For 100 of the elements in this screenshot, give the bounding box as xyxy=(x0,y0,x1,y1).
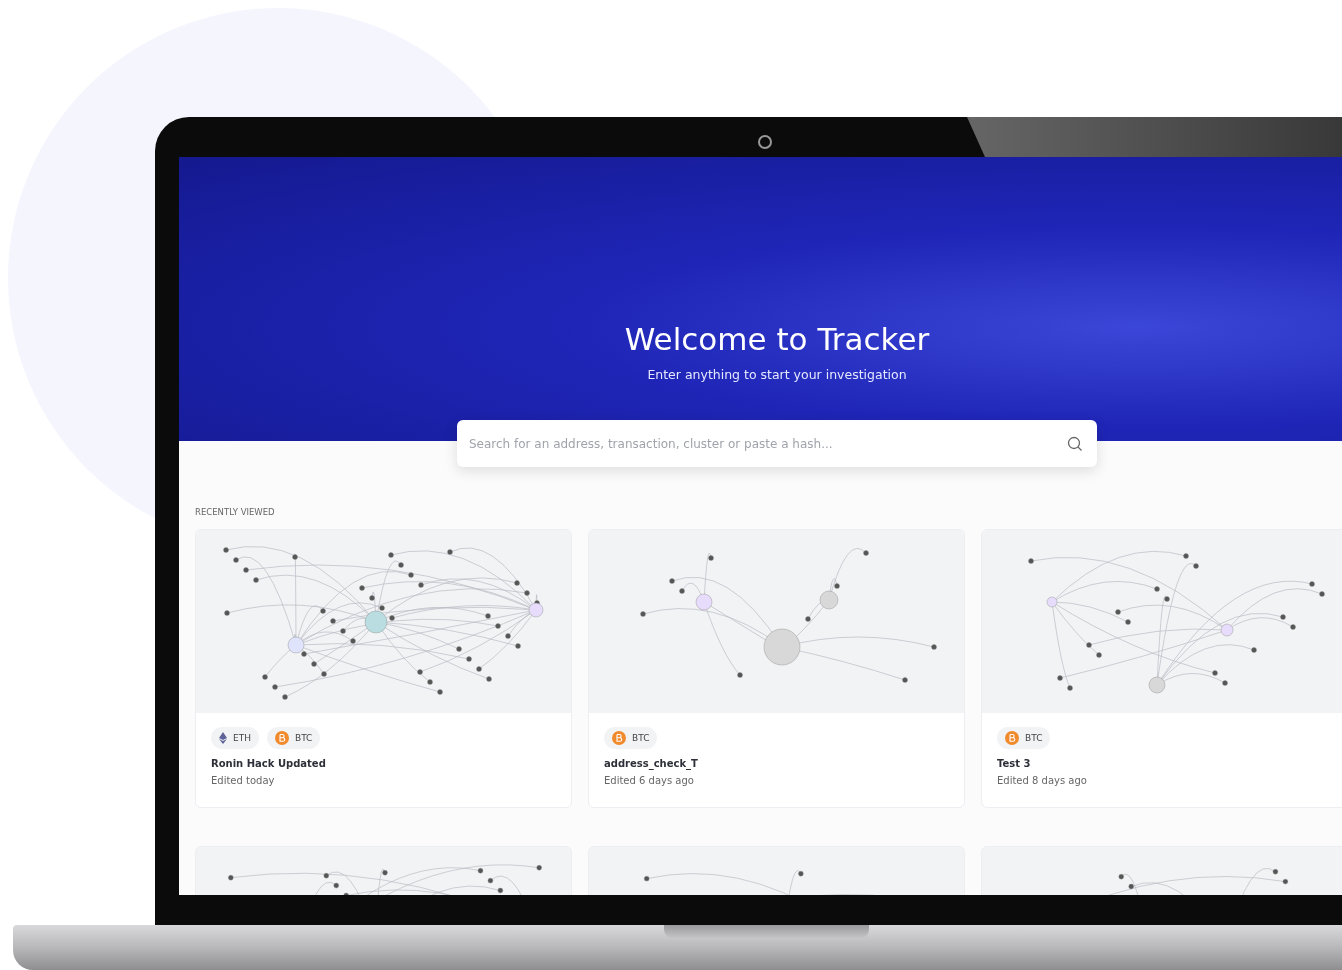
graph-node xyxy=(1154,586,1160,592)
graph-node xyxy=(737,672,743,678)
graph-node xyxy=(382,870,388,876)
bitcoin-icon xyxy=(1005,731,1019,745)
graph-node xyxy=(1193,563,1199,569)
graph-node xyxy=(466,656,472,662)
graph-node xyxy=(398,562,404,568)
graph-node xyxy=(369,595,375,601)
graph-node xyxy=(224,610,230,616)
graph-node xyxy=(679,588,685,594)
graph-node xyxy=(798,871,804,877)
graph-node xyxy=(1272,869,1279,875)
edited-time: Edited 6 days ago xyxy=(604,775,695,786)
bitcoin-icon xyxy=(274,731,289,745)
card-title: Ronin Hack Updated xyxy=(211,758,327,769)
graph-node xyxy=(669,578,675,584)
graph-node xyxy=(640,611,646,617)
graph-node xyxy=(311,661,317,667)
graph-node xyxy=(524,590,530,596)
chain-tag: BTC xyxy=(604,727,658,749)
graph-node xyxy=(486,676,492,682)
graph-node xyxy=(350,638,356,644)
graph-node xyxy=(476,666,482,672)
graph-node xyxy=(233,557,239,563)
ethereum-icon xyxy=(219,732,227,744)
graph-node xyxy=(1220,623,1234,637)
bitcoin-icon xyxy=(612,731,626,745)
graph-node xyxy=(321,671,327,677)
graph-node xyxy=(418,582,424,588)
graph-node xyxy=(359,585,365,591)
graph-node xyxy=(1148,676,1166,694)
graph-node xyxy=(515,643,521,649)
hero-subtitle: Enter anything to start your investigation xyxy=(647,367,907,382)
graph-node xyxy=(514,580,520,586)
search-icon[interactable] xyxy=(1067,436,1083,452)
section-label: RECENTLY VIEWED xyxy=(195,507,276,517)
graph-node xyxy=(505,633,511,639)
graph-node xyxy=(1212,670,1218,676)
graph-node xyxy=(1086,642,1092,648)
graph-node xyxy=(343,892,349,895)
graph-node xyxy=(1067,685,1073,691)
graph-node xyxy=(1128,883,1134,890)
graph-node xyxy=(243,567,249,573)
graph-node xyxy=(695,593,713,611)
graph-node xyxy=(1028,558,1034,564)
edited-time: Edited 8 days ago xyxy=(997,775,1088,786)
graph-node xyxy=(1280,614,1286,620)
graph-node xyxy=(536,865,542,871)
search-field[interactable]: Search for an address, transaction, cluster or paste a hash... xyxy=(457,420,1097,467)
graph-node xyxy=(1046,596,1058,608)
graph-node xyxy=(388,552,394,558)
graph-node xyxy=(1319,591,1325,597)
graph-node xyxy=(487,877,494,884)
graph-node xyxy=(417,669,423,675)
graph-node xyxy=(902,677,908,683)
graph-node xyxy=(1164,596,1170,602)
graph-node xyxy=(1309,581,1315,587)
graph-node xyxy=(228,875,234,881)
graph-node xyxy=(708,555,714,561)
chain-tag: ETH xyxy=(211,727,259,749)
graph-node xyxy=(644,875,650,882)
graph-node xyxy=(437,689,443,695)
graph-node xyxy=(320,608,326,614)
investigation-card[interactable]: BTC address_check_T Edited 6 days ago xyxy=(588,529,965,808)
graph-node xyxy=(1057,675,1063,681)
card-title: Test 3 xyxy=(997,758,1032,769)
graph-node xyxy=(340,628,346,634)
graph-node xyxy=(333,882,339,889)
graph-node xyxy=(931,644,937,650)
graph-node xyxy=(1115,609,1121,615)
graph-node xyxy=(495,623,501,629)
graph-node xyxy=(427,679,433,685)
graph-node xyxy=(863,550,869,556)
graph-node xyxy=(456,646,462,652)
graph-node xyxy=(1251,647,1257,653)
investigation-card[interactable]: BTC Test 3 Edited 8 days ago xyxy=(981,529,1342,808)
graph-node xyxy=(1096,652,1102,658)
edited-time: Edited today xyxy=(211,775,276,786)
graph-node xyxy=(262,674,268,680)
graph-node xyxy=(1125,619,1131,625)
chain-tag: BTC xyxy=(997,727,1051,749)
graph-node xyxy=(272,684,278,690)
graph-node xyxy=(485,613,491,619)
graph-node xyxy=(408,572,414,578)
graph-node xyxy=(1290,624,1296,630)
graph-node xyxy=(805,616,811,622)
graph-node xyxy=(292,554,298,560)
graph-node xyxy=(1222,680,1228,686)
camera-icon xyxy=(758,135,772,149)
graph-node xyxy=(223,547,229,553)
graph-node xyxy=(1183,553,1189,559)
investigation-card[interactable]: ETH BTC Ronin Hack Updated Edited today xyxy=(195,529,572,808)
graph-node xyxy=(477,868,484,874)
card-title: address_check_T xyxy=(604,758,699,769)
graph-node xyxy=(1118,874,1124,880)
graph-node xyxy=(1282,878,1289,885)
graph-node xyxy=(763,628,801,666)
graph-node xyxy=(330,618,336,624)
graph-node xyxy=(323,873,329,879)
chain-tag: BTC xyxy=(266,727,321,749)
